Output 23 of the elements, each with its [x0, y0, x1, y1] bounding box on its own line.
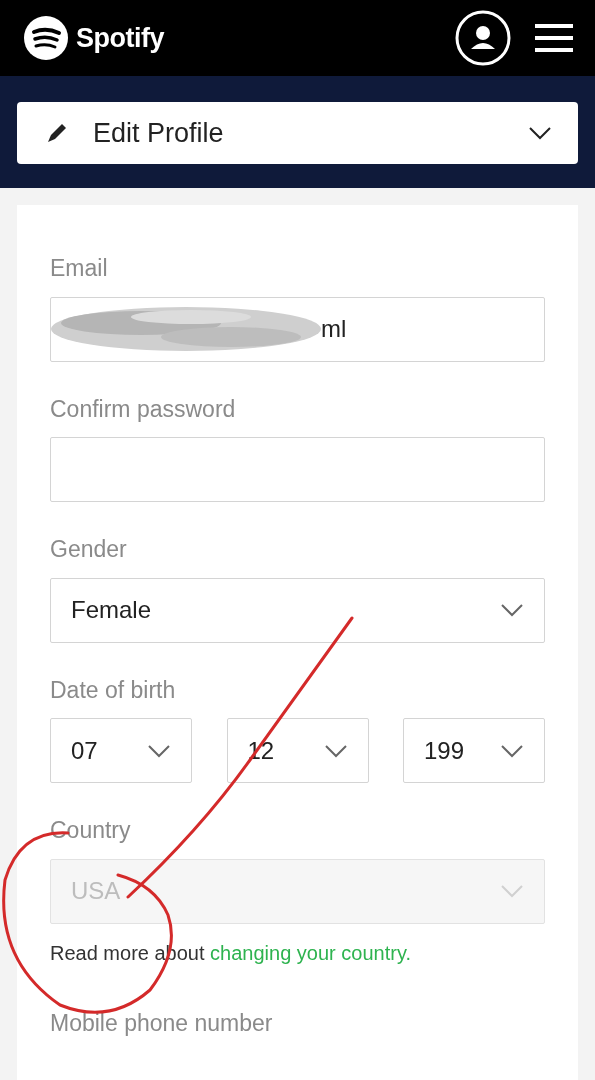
field-label: Country [50, 817, 132, 845]
chevron-icon [500, 603, 524, 618]
logo-text: Spotify [76, 21, 164, 55]
password-field[interactable] [50, 437, 545, 503]
email-field[interactable]: ml [50, 296, 545, 362]
chevron-icon [147, 743, 171, 758]
field-label: Mobile phone number [50, 1009, 274, 1038]
chevron-icon [500, 884, 524, 899]
chevron-icon [500, 743, 524, 758]
user-icon[interactable] [455, 10, 511, 66]
field-label: Email [50, 255, 109, 283]
date-select[interactable]: 07 [50, 718, 192, 784]
menu-icon[interactable] [535, 23, 573, 53]
logo-icon [24, 16, 68, 60]
field-label: Gender [50, 536, 128, 564]
chevron-icon [323, 743, 348, 758]
edit-profile-dropdown[interactable]: Edit Profile [17, 102, 578, 164]
date-select[interactable]: 199 [403, 718, 545, 784]
chevron-icon [528, 126, 552, 140]
field-label: Confirm password [50, 395, 237, 424]
field-label: Date of birth [50, 676, 177, 705]
select-field[interactable]: Female [50, 577, 545, 643]
pen-icon [45, 121, 69, 145]
